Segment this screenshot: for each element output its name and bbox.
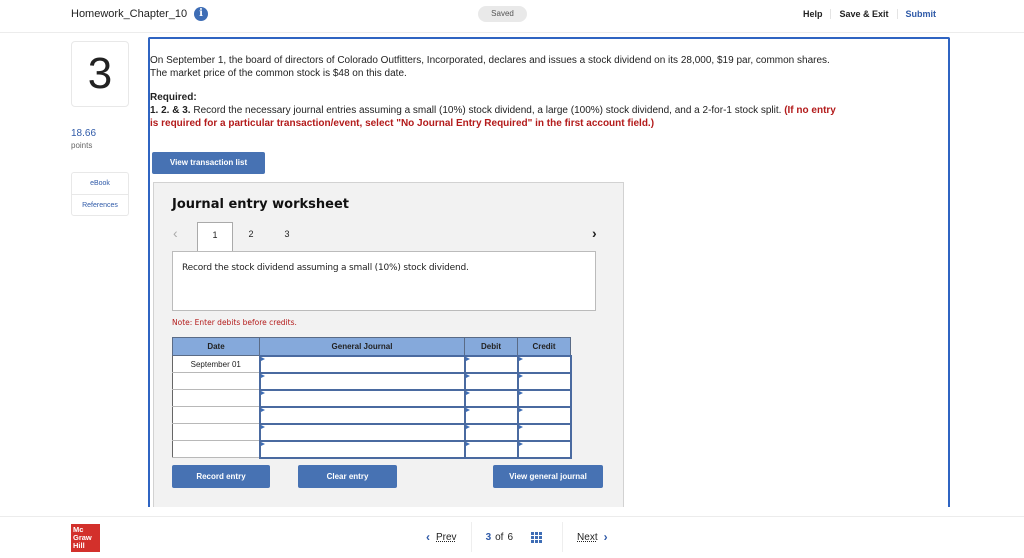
credit-field[interactable] (516, 422, 572, 442)
chevron-left-icon[interactable]: ‹ (173, 225, 178, 241)
debit-field[interactable] (463, 371, 519, 391)
account-field[interactable] (258, 388, 466, 408)
table-row: September 01 (172, 354, 572, 374)
mcgraw-hill-logo: Mc Graw Hill (71, 524, 100, 552)
question-number: 3 (71, 41, 129, 107)
worksheet-title: Journal entry worksheet (172, 197, 349, 212)
debit-credit-note: Note: Enter debits before credits. (172, 318, 297, 327)
clear-entry-button[interactable]: Clear entry (298, 465, 397, 488)
table-row (172, 371, 572, 391)
table-row (172, 405, 572, 425)
tab-3[interactable]: 3 (269, 222, 305, 251)
next-label: Next (577, 531, 598, 543)
journal-table: Date General Journal Debit Credit Septem… (172, 337, 572, 459)
view-general-journal-button[interactable]: View general journal (493, 465, 603, 488)
required-title: Required: (150, 92, 197, 103)
date-cell (172, 372, 260, 390)
column-header-general-journal: General Journal (259, 337, 465, 356)
save-exit-link[interactable]: Save & Exit (830, 9, 896, 19)
required-text: 1. 2. & 3. Record the necessary journal … (150, 105, 840, 130)
account-field[interactable] (258, 354, 466, 374)
ebook-link[interactable]: eBook (72, 173, 128, 194)
resource-links: eBook References (71, 172, 129, 216)
date-cell (172, 389, 260, 407)
of-label: of (495, 531, 504, 543)
chevron-right-icon[interactable]: › (592, 225, 597, 241)
assignment-title: Homework_Chapter_10 (71, 8, 188, 20)
question-pager: ‹ Prev 3 of 6 Next › (420, 522, 608, 552)
table-row (172, 439, 572, 459)
next-button[interactable]: Next › (563, 530, 608, 544)
debit-field[interactable] (463, 422, 519, 442)
points-value: 18.66 (71, 128, 97, 139)
grid-icon[interactable] (531, 531, 543, 543)
column-header-debit: Debit (464, 337, 518, 356)
tab-1[interactable]: 1 (197, 222, 233, 252)
account-field[interactable] (258, 405, 466, 425)
chevron-left-icon: ‹ (426, 530, 430, 544)
transaction-description: Record the stock dividend assuming a sma… (182, 263, 469, 273)
date-cell (172, 423, 260, 441)
debit-field[interactable] (463, 388, 519, 408)
total-pages: 6 (507, 531, 514, 543)
table-row (172, 388, 572, 408)
column-header-date: Date (172, 337, 260, 356)
credit-field[interactable] (516, 388, 572, 408)
view-transaction-list-button[interactable]: View transaction list (152, 152, 265, 174)
page-indicator: 3 of 6 (472, 522, 564, 552)
header-links: Help Save & Exit Submit (795, 9, 944, 19)
submit-link[interactable]: Submit (896, 9, 945, 19)
prev-button[interactable]: ‹ Prev (426, 522, 472, 552)
transaction-description-box (172, 251, 596, 311)
question-text: On September 1, the board of directors o… (150, 55, 830, 79)
prev-label: Prev (436, 531, 457, 543)
debit-field[interactable] (463, 405, 519, 425)
column-header-credit: Credit (517, 337, 571, 356)
required-prefix: 1. 2. & 3. (150, 105, 191, 116)
required-body: Record the necessary journal entries ass… (190, 105, 785, 116)
date-cell (172, 406, 260, 424)
points-label: points (71, 141, 93, 150)
credit-field[interactable] (516, 371, 572, 391)
date-cell (172, 440, 260, 458)
date-cell: September 01 (172, 355, 260, 373)
references-link[interactable]: References (72, 194, 128, 215)
account-field[interactable] (258, 371, 466, 391)
credit-field[interactable] (516, 354, 572, 374)
current-page: 3 (485, 531, 492, 543)
account-field[interactable] (258, 439, 466, 459)
saved-status-badge: Saved (478, 6, 527, 22)
debit-field[interactable] (463, 354, 519, 374)
info-icon[interactable]: i (194, 7, 208, 21)
record-entry-button[interactable]: Record entry (172, 465, 270, 488)
debit-field[interactable] (463, 439, 519, 459)
credit-field[interactable] (516, 405, 572, 425)
help-link[interactable]: Help (795, 9, 831, 19)
table-row (172, 422, 572, 442)
account-field[interactable] (258, 422, 466, 442)
chevron-right-icon: › (603, 530, 608, 544)
tab-2[interactable]: 2 (233, 222, 269, 251)
credit-field[interactable] (516, 439, 572, 459)
